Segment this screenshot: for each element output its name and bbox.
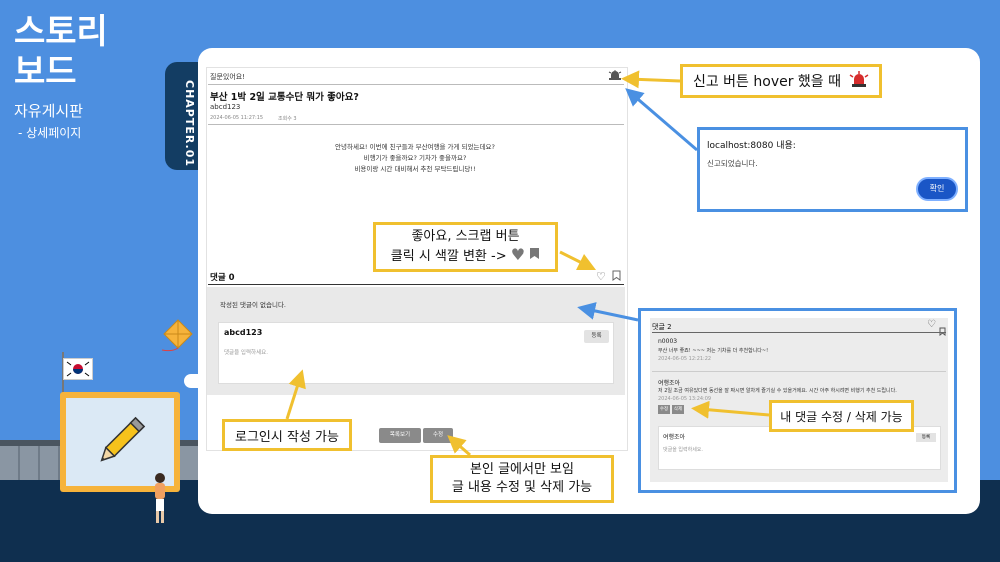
arrow: [285, 369, 306, 420]
arrow: [625, 88, 698, 152]
arrow: [447, 435, 471, 457]
kite: [160, 318, 196, 362]
arrow: [559, 250, 597, 271]
person: [152, 472, 168, 528]
arrow: [577, 302, 639, 322]
arrow: [691, 400, 770, 419]
pencil-icon: [90, 412, 150, 476]
korean-flag: [63, 358, 93, 380]
arrow: [621, 70, 681, 89]
